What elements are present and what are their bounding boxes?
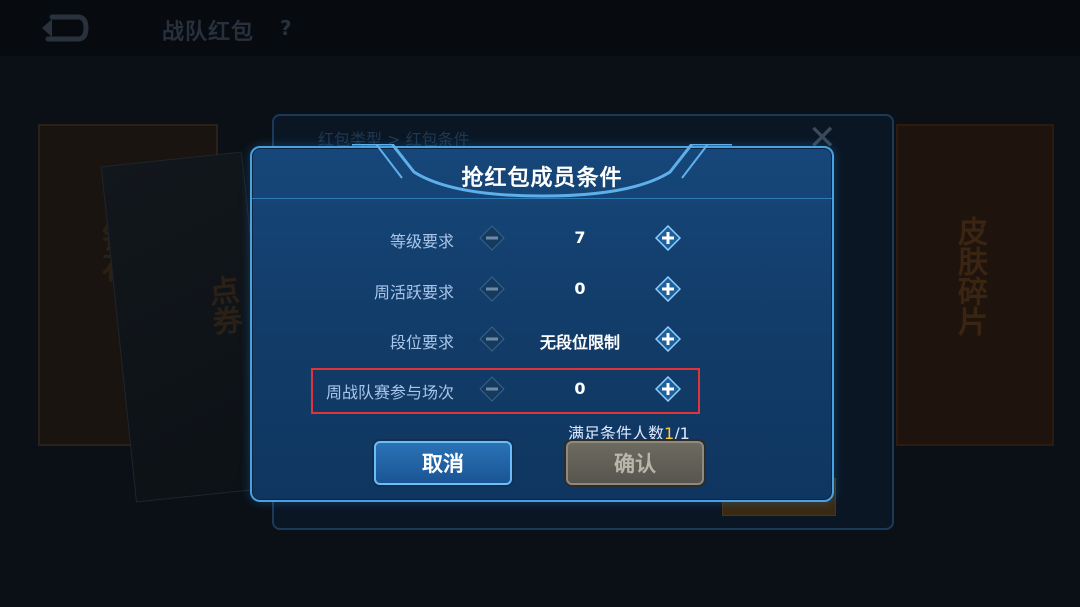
dialog-header: 抢红包成员条件 xyxy=(252,144,832,199)
rank-increase-button[interactable] xyxy=(654,325,682,353)
confirm-button[interactable]: 确认 xyxy=(566,441,704,485)
level-value: 7 xyxy=(574,228,586,247)
level-increase-button[interactable] xyxy=(654,224,682,252)
minus-icon xyxy=(479,276,505,302)
page-title: 战队红包 xyxy=(162,20,255,45)
level-requirement-label: 等级要求 xyxy=(389,232,454,251)
help-icon[interactable]: ? xyxy=(280,16,292,40)
match-count-decrease-button[interactable] xyxy=(479,376,505,402)
card-text: 点券 xyxy=(201,273,243,338)
level-decrease-button[interactable] xyxy=(479,225,505,251)
minus-icon xyxy=(479,225,505,251)
plus-icon xyxy=(654,224,682,252)
team-match-count-label: 周战队赛参与场次 xyxy=(325,383,454,402)
plus-icon xyxy=(654,275,682,303)
top-bar: 战队红包 ? xyxy=(0,0,1080,56)
plus-icon xyxy=(654,325,682,353)
match-count-value: 0 xyxy=(574,379,586,398)
minus-icon xyxy=(479,326,505,352)
activity-decrease-button[interactable] xyxy=(479,276,505,302)
dialog-title: 抢红包成员条件 xyxy=(461,166,623,191)
member-condition-dialog: 抢红包成员条件 xyxy=(250,144,834,502)
rank-requirement-label: 段位要求 xyxy=(389,333,454,352)
minus-icon xyxy=(479,376,505,402)
rank-decrease-button[interactable] xyxy=(479,326,505,352)
rank-value: 无段位限制 xyxy=(539,333,620,352)
skin-fragment-red-packet-card[interactable]: 皮肤碎片 xyxy=(896,124,1054,446)
activity-increase-button[interactable] xyxy=(654,275,682,303)
activity-value: 0 xyxy=(574,279,586,298)
match-count-increase-button[interactable] xyxy=(654,375,682,403)
plus-icon xyxy=(654,375,682,403)
weekly-activity-label: 周活跃要求 xyxy=(373,283,454,302)
cancel-button[interactable]: 取消 xyxy=(374,441,512,485)
back-arrow-icon[interactable] xyxy=(38,13,90,43)
card-text: 皮肤碎片 xyxy=(952,216,987,336)
